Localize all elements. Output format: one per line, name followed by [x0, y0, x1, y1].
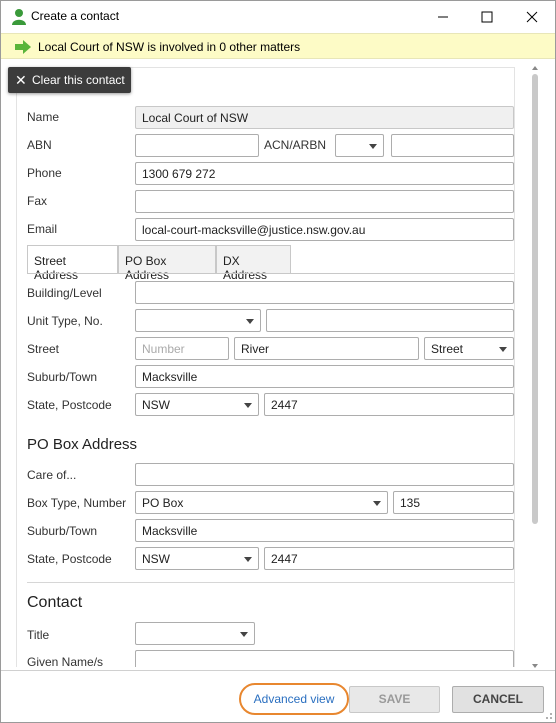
scroll-up-icon[interactable]: [530, 64, 540, 72]
phone-field[interactable]: 1300 679 272: [135, 162, 514, 185]
title-label: Title: [27, 628, 50, 642]
chevron-down-icon: [369, 144, 377, 149]
maximize-icon: [481, 11, 493, 22]
street-type-select[interactable]: Street: [424, 337, 514, 360]
state-value: NSW: [142, 398, 170, 412]
chevron-down-icon: [244, 403, 252, 408]
contact-section-title: Contact: [27, 594, 83, 611]
cancel-button[interactable]: CANCEL: [452, 686, 544, 713]
chevron-down-icon: [246, 319, 254, 324]
care-of-label: Care of...: [27, 468, 77, 482]
po-postcode-field[interactable]: 2447: [264, 547, 514, 570]
abn-field[interactable]: [135, 134, 259, 157]
close-icon: [526, 11, 538, 22]
close-button[interactable]: [512, 1, 552, 32]
street-type-value: Street: [431, 342, 464, 356]
save-button[interactable]: SAVE: [349, 686, 440, 713]
title-bar: Create a contact: [1, 1, 555, 32]
acn-type-select[interactable]: [335, 134, 384, 157]
state-select[interactable]: NSW: [135, 393, 259, 416]
unit-number-field[interactable]: [266, 309, 514, 332]
email-label: Email: [27, 222, 58, 236]
box-number-field[interactable]: 135: [393, 491, 514, 514]
name-field[interactable]: Local Court of NSW: [135, 106, 514, 129]
tab-street-address[interactable]: Street Address: [27, 245, 118, 282]
given-names-field[interactable]: [135, 650, 514, 667]
clear-contact-button[interactable]: ✕ Clear this contact: [8, 67, 131, 93]
email-field[interactable]: local-court-macksville@justice.nsw.gov.a…: [135, 218, 514, 241]
chevron-down-icon: [240, 632, 248, 637]
close-x-icon: ✕: [15, 72, 27, 88]
name-label: Name: [27, 110, 60, 124]
postcode-field[interactable]: 2447: [264, 393, 514, 416]
care-of-field[interactable]: [135, 463, 514, 486]
abn-label: ABN: [27, 138, 52, 152]
fax-field[interactable]: [135, 190, 514, 213]
unit-label: Unit Type, No.: [27, 314, 103, 328]
chevron-down-icon: [499, 347, 507, 352]
street-label: Street: [27, 342, 60, 356]
banner-text: Local Court of NSW is involved in 0 othe…: [38, 40, 301, 54]
arrow-right-icon: [15, 40, 31, 54]
clear-contact-label: Clear this contact: [32, 73, 125, 87]
fax-label: Fax: [27, 194, 48, 208]
street-name-field[interactable]: River: [234, 337, 419, 360]
po-state-select[interactable]: NSW: [135, 547, 259, 570]
tab-underline: [27, 273, 514, 274]
acn-field[interactable]: [391, 134, 514, 157]
po-state-postcode-label: State, Postcode: [27, 552, 112, 566]
tab-po-box-address[interactable]: PO Box Address: [118, 245, 216, 282]
chevron-down-icon: [373, 501, 381, 506]
box-type-label: Box Type, Number: [27, 496, 127, 510]
given-names-label: Given Name/s: [27, 655, 104, 667]
user-icon: [12, 9, 26, 25]
vertical-scrollbar[interactable]: [530, 64, 540, 670]
scroll-thumb[interactable]: [532, 74, 538, 524]
state-postcode-label: State, Postcode: [27, 398, 112, 412]
create-contact-window: Create a contact Local Court of NSW is i…: [0, 0, 556, 723]
suburb-field[interactable]: Macksville: [135, 365, 514, 388]
po-suburb-field[interactable]: Macksville: [135, 519, 514, 542]
building-field[interactable]: [135, 281, 514, 304]
window-title: Create a contact: [31, 9, 120, 23]
po-state-value: NSW: [142, 552, 170, 566]
clipped-row: Given Name/s: [21, 649, 521, 667]
chevron-down-icon: [244, 557, 252, 562]
section-divider: [27, 582, 514, 583]
tab-dx-address[interactable]: DX Address: [216, 245, 291, 282]
street-number-field[interactable]: Number: [135, 337, 229, 360]
po-suburb-label: Suburb/Town: [27, 524, 98, 538]
minimize-icon: [438, 16, 448, 17]
building-label: Building/Level: [27, 286, 102, 300]
acn-label: ACN/ARBN: [264, 138, 327, 152]
minimize-button[interactable]: [423, 1, 463, 32]
suburb-label: Suburb/Town: [27, 370, 98, 384]
maximize-button[interactable]: [467, 1, 507, 32]
box-type-value: PO Box: [142, 496, 184, 510]
matters-banner: Local Court of NSW is involved in 0 othe…: [1, 33, 555, 59]
advanced-view-link[interactable]: Advanced view: [239, 683, 349, 715]
resize-grip-icon[interactable]: [543, 710, 553, 720]
unit-type-select[interactable]: [135, 309, 261, 332]
phone-label: Phone: [27, 166, 62, 180]
scroll-down-icon[interactable]: [530, 662, 540, 670]
po-box-section-title: PO Box Address: [27, 436, 138, 453]
title-select[interactable]: [135, 622, 255, 645]
box-type-select[interactable]: PO Box: [135, 491, 388, 514]
